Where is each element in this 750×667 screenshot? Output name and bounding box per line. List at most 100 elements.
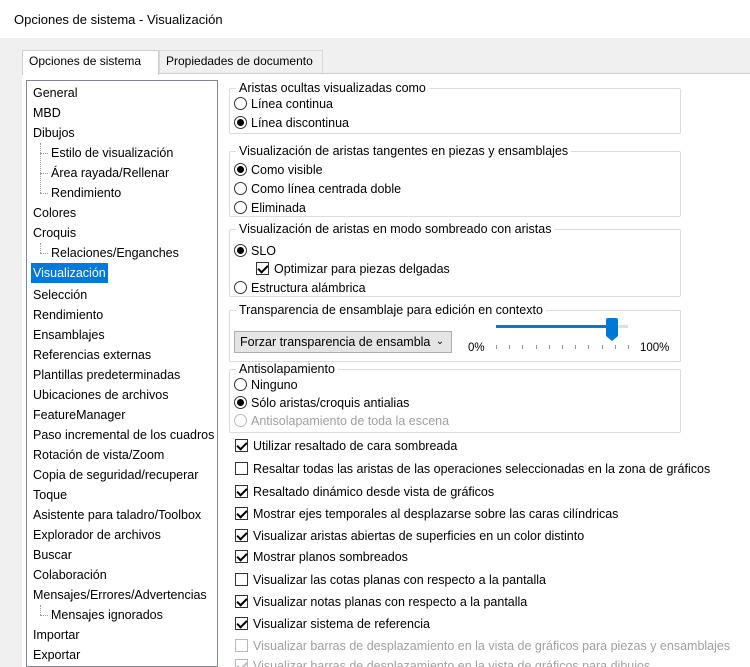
group-title: Visualización de aristas en modo sombrea… <box>236 222 555 236</box>
tree-item-relaciones[interactable]: Relaciones/Enganches <box>51 243 179 263</box>
tree-item-mensajes-ignorados[interactable]: Mensajes ignorados <box>51 605 163 625</box>
radio-linea-continua[interactable]: Línea continua <box>234 95 333 113</box>
tree-item-general[interactable]: General <box>33 83 77 103</box>
tree-item-featuremanager[interactable]: FeatureManager <box>33 405 125 425</box>
slider-tick <box>535 345 537 349</box>
checkbox-aristas-abiertas[interactable]: Visualizar aristas abiertas de superfici… <box>235 526 584 546</box>
radio-como-visible[interactable]: Como visible <box>234 161 323 179</box>
transparency-dropdown[interactable]: Forzar transparencia de ensambla ⌄ <box>234 331 452 353</box>
tree-connector <box>40 153 48 154</box>
tree-connector <box>40 143 41 193</box>
radio-linea-discontinua[interactable]: Línea discontinua <box>234 114 349 132</box>
tree-connector <box>40 243 41 253</box>
group-title: Antisolapamiento <box>236 362 338 376</box>
slider-min-label: 0% <box>468 342 485 354</box>
radio-estructura-alambrica[interactable]: Estructura alámbrica <box>234 279 366 297</box>
radio-toda-la-escena[interactable]: Antisolapamiento de toda la escena <box>234 412 449 430</box>
checkbox-icon <box>235 573 248 586</box>
tree-item-ubicaciones[interactable]: Ubicaciones de archivos <box>33 385 169 405</box>
tree-item-mensajes[interactable]: Mensajes/Errores/Advertencias <box>33 585 207 605</box>
checkbox-barras-dibujos[interactable]: Visualizar barras de desplazamiento en l… <box>235 656 650 667</box>
slider-tick <box>522 345 524 349</box>
checkbox-notas-planas[interactable]: Visualizar notas planas con respecto a l… <box>235 592 527 612</box>
radio-eliminada[interactable]: Eliminada <box>234 199 306 217</box>
radio-icon <box>234 97 247 110</box>
checkbox-cotas-planas[interactable]: Visualizar las cotas planas con respecto… <box>235 570 546 590</box>
checkbox-icon <box>235 595 248 608</box>
slider-tick <box>548 345 550 349</box>
tree-item-rendimiento-dibujos[interactable]: Rendimiento <box>51 183 121 203</box>
checkbox-icon <box>235 639 248 652</box>
tree-item-colaboracion[interactable]: Colaboración <box>33 565 107 585</box>
tree-item-mbd[interactable]: MBD <box>33 103 61 123</box>
tree-item-copia-seguridad[interactable]: Copia de seguridad/recuperar <box>33 465 198 485</box>
radio-icon <box>234 396 247 409</box>
tree-connector <box>40 253 48 254</box>
radio-icon <box>234 116 247 129</box>
slider-tick <box>601 345 603 349</box>
checkbox-resaltado-dinamico[interactable]: Resaltado dinámico desde vista de gráfic… <box>235 482 494 502</box>
tree-item-dibujos[interactable]: Dibujos <box>33 123 75 143</box>
options-tree[interactable]: General MBD Dibujos Estilo de visualizac… <box>26 80 218 667</box>
checkbox-icon <box>235 617 248 630</box>
checkbox-resaltado-cara[interactable]: Utilizar resaltado de cara sombreada <box>235 436 457 456</box>
tab-system-options[interactable]: Opciones de sistema <box>22 50 159 75</box>
radio-slo[interactable]: SLO <box>234 242 276 260</box>
tree-item-paso-incremental[interactable]: Paso incremental de los cuadros <box>33 425 214 445</box>
tree-item-rotacion[interactable]: Rotación de vista/Zoom <box>33 445 164 465</box>
slider-tick <box>588 345 590 349</box>
tree-item-ensamblajes[interactable]: Ensamblajes <box>33 325 105 345</box>
checkbox-icon <box>235 485 248 498</box>
slider-tick <box>614 345 616 349</box>
radio-ninguno[interactable]: Ninguno <box>234 376 298 394</box>
tree-connector <box>40 173 48 174</box>
tree-item-referencias-externas[interactable]: Referencias externas <box>33 345 151 365</box>
radio-icon <box>234 182 247 195</box>
tree-item-toque[interactable]: Toque <box>33 485 67 505</box>
checkbox-icon <box>235 439 248 452</box>
tab-document-properties[interactable]: Propiedades de documento <box>159 50 323 74</box>
checkbox-icon <box>235 529 248 542</box>
tree-item-area-rayada[interactable]: Área rayada/Rellenar <box>51 163 169 183</box>
radio-icon <box>234 281 247 294</box>
tree-connector <box>40 615 48 616</box>
radio-linea-centrada-doble[interactable]: Como línea centrada doble <box>234 180 401 198</box>
checkbox-icon <box>235 462 248 475</box>
checkbox-icon <box>235 507 248 520</box>
tree-item-visualizacion[interactable]: Visualización <box>31 263 108 283</box>
slider-tick <box>562 345 563 349</box>
checkbox-icon <box>235 659 248 667</box>
slider-fill <box>496 325 613 328</box>
checkbox-ejes-temporales[interactable]: Mostrar ejes temporales al desplazarse s… <box>235 504 618 524</box>
checkbox-resaltar-aristas[interactable]: Resaltar todas las aristas de las operac… <box>235 459 710 479</box>
slider-tick <box>509 345 511 349</box>
group-title: Visualización de aristas tangentes en pi… <box>236 144 572 158</box>
radio-icon <box>234 414 247 427</box>
slider-tick <box>628 345 629 349</box>
tree-item-importar[interactable]: Importar <box>33 625 80 645</box>
slider-thumb[interactable] <box>606 318 619 341</box>
radio-icon <box>234 378 247 391</box>
checkbox-planos-sombreados[interactable]: Mostrar planos sombreados <box>235 547 408 567</box>
radio-icon <box>234 244 247 257</box>
tree-item-seleccion[interactable]: Selección <box>33 285 87 305</box>
tree-item-explorador[interactable]: Explorador de archivos <box>33 525 161 545</box>
tree-item-rendimiento[interactable]: Rendimiento <box>33 305 103 325</box>
tree-item-colores[interactable]: Colores <box>33 203 76 223</box>
radio-icon <box>234 163 247 176</box>
tree-connector <box>40 605 41 615</box>
checkbox-icon <box>256 262 269 275</box>
tree-item-buscar[interactable]: Buscar <box>33 545 72 565</box>
tree-item-estilo-visualizacion[interactable]: Estilo de visualización <box>51 143 173 163</box>
tree-item-asistente-taladro[interactable]: Asistente para taladro/Toolbox <box>33 505 201 525</box>
checkbox-barras-piezas[interactable]: Visualizar barras de desplazamiento en l… <box>235 636 730 656</box>
checkbox-optimizar-piezas-delgadas[interactable]: Optimizar para piezas delgadas <box>256 260 450 278</box>
window-title: Opciones de sistema - Visualización <box>14 12 223 27</box>
group-title: Aristas ocultas visualizadas como <box>236 81 429 95</box>
checkbox-sistema-referencia[interactable]: Visualizar sistema de referencia <box>235 614 430 634</box>
tree-item-plantillas[interactable]: Plantillas predeterminadas <box>33 365 180 385</box>
tree-item-exportar[interactable]: Exportar <box>33 645 80 665</box>
tree-item-croquis[interactable]: Croquis <box>33 223 76 243</box>
radio-solo-aristas[interactable]: Sólo aristas/croquis antialias <box>234 394 409 412</box>
slider-tick <box>575 345 577 349</box>
